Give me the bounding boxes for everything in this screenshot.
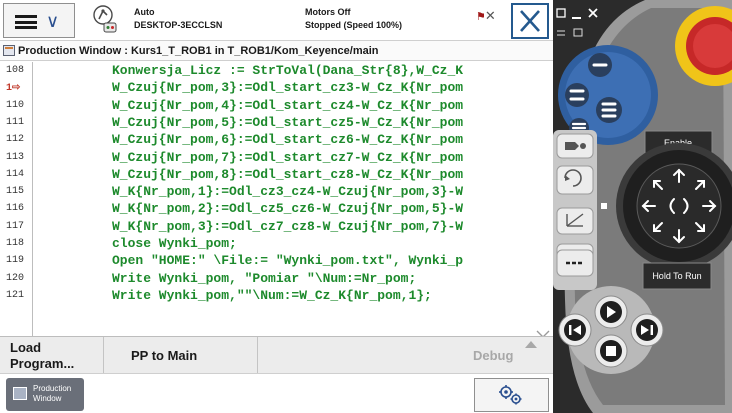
motors-state-text: Motors Off [305,7,351,17]
robot-status-icon[interactable] [90,5,118,35]
quickset-button[interactable] [474,378,549,412]
code-line-text: W_Czuj{Nr_pom,4}:=Odl_start_cz4-W_Cz_K{N… [112,97,464,113]
code-line[interactable]: 118 close Wynki_pom; [0,236,553,253]
pp-to-main-button[interactable]: PP to Main [104,337,258,374]
debug-expand-icon [525,341,537,348]
chevron-down-icon: ∨ [46,11,60,31]
controller-name-text: DESKTOP-3ECCLSN [134,20,223,30]
stop-button[interactable] [594,334,628,368]
load-program-label-line1: Load [10,340,42,355]
code-line[interactable]: 115 W_K{Nr_pom,1}:=Odl_cz3_cz4-W_Czuj{Nr_… [0,184,553,201]
code-line-text: W_Czuj{Nr_pom,5}:=Odl_start_cz5-W_Cz_K{N… [112,114,464,130]
operating-mode-status[interactable]: Auto DESKTOP-3ECCLSN [134,6,222,32]
line-number: 120 [6,272,25,284]
code-line[interactable]: 119 Open "HOME:" \File:= "Wynki_pom.txt",… [0,253,553,270]
code-line-text: Write Wynki_pom, "Pomiar "\Num:=Nr_pom; [112,270,417,286]
code-line-text: W_Czuj{Nr_pom,6}:=Odl_start_cz6-W_Cz_K{N… [112,132,464,148]
code-line-text: W_K{Nr_pom,3}:=Odl_cz7_cz8-W_Czuj{Nr_pom… [112,218,464,234]
line-number: 117 [6,220,25,232]
hold-to-run-button[interactable]: Hold To Run [642,262,712,290]
code-line[interactable]: 121 Write Wynki_pom,""\Num:=W_Cz_K{Nr_pom… [0,288,553,305]
start-button[interactable] [594,295,628,329]
operating-mode-text: Auto [134,7,155,17]
mechanical-unit-select-key[interactable] [556,133,594,159]
line-number: 111 [6,116,25,128]
programmable-key-1[interactable] [588,53,612,77]
code-line-text: W_K{Nr_pom,1}:=Odl_cz3_cz4-W_Czuj{Nr_pom… [112,184,464,200]
taskbar-label-line1: Production [33,384,72,393]
close-icon [520,10,540,32]
line-number: 116 [6,203,25,215]
line-number: 119 [6,255,25,267]
hold-to-run-label: Hold To Run [652,271,701,281]
production-window-title: Production Window : Kurs1_T_ROB1 in T_RO… [0,41,553,61]
close-window-button[interactable] [511,3,549,39]
status-bar: ∨ Auto DESKTOP-3ECCLSN Motors Off Stoppe… [0,0,553,41]
programmable-key-3[interactable] [596,97,622,123]
command-bar: Load Program... PP to Main Debug [0,336,553,374]
debug-button[interactable]: Debug [450,337,553,374]
abb-menu-button[interactable]: ∨ [3,3,75,38]
task-bar: Production Window [0,373,553,413]
program-code-editor[interactable]: 108 Konwersja_Licz := StrToVal(Dana_Str{8… [0,62,553,336]
program-pointer-line-number: 1⇨ [6,83,21,95]
code-line-text: W_Czuj{Nr_pom,3}:=Odl_start_cz3-W_Cz_K{N… [112,80,464,96]
code-line-text: Open "HOME:" \File:= "Wynki_pom.txt", Wy… [112,253,464,269]
code-line[interactable]: 111 W_Czuj{Nr_pom,5}:=Odl_start_cz5-W_Cz_… [0,115,553,132]
toggle-motion-mode-key[interactable] [556,165,594,195]
code-line[interactable]: 110 W_Czuj{Nr_pom,4}:=Odl_start_cz4-W_Cz_… [0,98,553,115]
code-line[interactable]: 120 Write Wynki_pom, "Pomiar "\Num:=Nr_po… [0,271,553,288]
code-line-text: Konwersja_Licz := StrToVal(Dana_Str{8},W… [112,63,464,78]
stop-key[interactable] [556,249,594,277]
code-line[interactable]: 113 W_Czuj{Nr_pom,7}:=Odl_start_cz7-W_Cz_… [0,150,553,167]
line-number: 121 [6,289,25,301]
taskbar-label-line2: Window [33,394,62,403]
line-number: 110 [6,99,25,111]
load-program-label-line2: Program... [10,356,75,371]
load-program-button[interactable]: Load Program... [0,337,104,374]
warning-flag-icon: ⚑ [476,11,486,23]
hamburger-menu-icon [15,15,37,29]
gears-icon [499,385,522,405]
code-line[interactable]: 117 W_K{Nr_pom,3}:=Odl_cz7_cz8-W_Czuj{Nr_… [0,219,553,236]
production-window-icon [13,387,27,400]
code-line-text: Write Wynki_pom,""\Num:=W_Cz_K{Nr_pom,1}… [112,287,432,303]
error-cross-icon: ✕ [484,8,496,23]
code-line[interactable]: 116 W_K{Nr_pom,2}:=Odl_cz5_cz6-W_Czuj{Nr_… [0,201,553,218]
code-line-text: W_Czuj{Nr_pom,8}:=Odl_start_cz8-W_Cz_K{N… [112,166,464,182]
code-line-text: W_K{Nr_pom,2}:=Odl_cz5_cz6-W_Czuj{Nr_pom… [112,201,464,217]
line-number: 114 [6,168,25,180]
event-flags-icon[interactable]: ⚑✕ [476,8,496,24]
code-line[interactable]: 108 Konwersja_Licz := StrToVal(Dana_Str{8… [0,63,553,80]
line-number: 115 [6,186,25,198]
step-backward-button[interactable] [558,313,592,347]
code-line-text: W_Czuj{Nr_pom,7}:=Odl_start_cz7-W_Cz_K{N… [112,149,464,165]
toggle-increment-key[interactable] [556,207,594,235]
code-line[interactable]: 112 W_Czuj{Nr_pom,6}:=Odl_start_cz6-W_Cz_… [0,132,553,149]
code-line[interactable]: 114 W_Czuj{Nr_pom,8}:=Odl_start_cz8-W_Cz_… [0,167,553,184]
code-line-text: close Wynki_pom; [112,236,237,251]
production-window-icon [3,45,15,56]
flexpendant-hardware-panel: Enable Hold To Run [553,0,732,413]
line-number: 112 [6,134,25,146]
window-title-text: Production Window : Kurs1_T_ROB1 in T_RO… [18,45,379,57]
run-state-text: Stopped (Speed 100%) [305,20,403,30]
programmable-key-2[interactable] [565,83,589,107]
step-forward-button[interactable] [630,313,664,347]
line-number: 108 [6,65,25,76]
taskbar-production-window[interactable]: Production Window [6,378,84,411]
line-number: 118 [6,238,25,249]
code-line[interactable]: 1⇨ W_Czuj{Nr_pom,3}:=Odl_start_cz3-W_Cz_K… [0,80,553,97]
line-number: 113 [6,151,25,163]
motors-status[interactable]: Motors Off Stopped (Speed 100%) [305,6,402,32]
